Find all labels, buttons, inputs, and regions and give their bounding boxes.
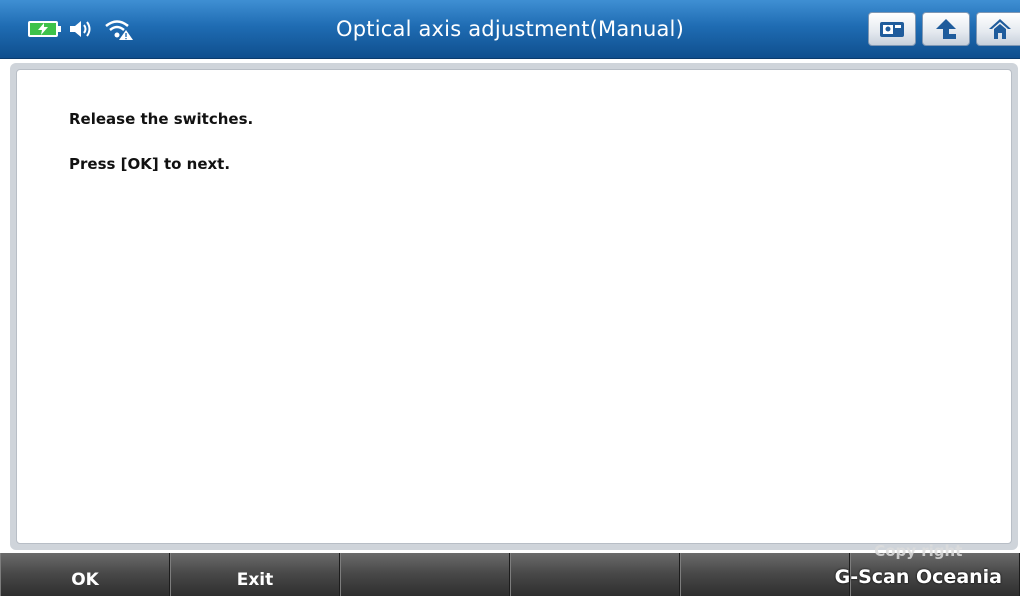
message-panel: Release the switches. Press [OK] to next… xyxy=(16,69,1012,544)
title-bar: Optical axis adjustment(Manual) xyxy=(0,0,1020,59)
page-title: Optical axis adjustment(Manual) xyxy=(336,17,684,41)
speaker-icon xyxy=(68,18,94,40)
exit-button[interactable]: Exit xyxy=(170,553,340,596)
ok-button[interactable]: OK xyxy=(0,553,170,596)
function-key-4[interactable] xyxy=(510,553,680,596)
function-key-3[interactable] xyxy=(340,553,510,596)
back-button[interactable] xyxy=(922,12,970,46)
status-icons xyxy=(28,14,134,44)
watermark-copyright: Copy right xyxy=(874,542,963,560)
screen-capture-button[interactable] xyxy=(868,12,916,46)
wifi-alert-icon xyxy=(104,17,134,41)
home-button[interactable] xyxy=(976,12,1020,46)
watermark: Copy right G-Scan Oceania xyxy=(835,542,1002,588)
back-arrow-icon xyxy=(936,19,956,39)
message-line: Release the switches. xyxy=(69,110,254,128)
function-key-5[interactable] xyxy=(680,553,850,596)
battery-charging-icon xyxy=(28,21,61,37)
home-icon xyxy=(989,19,1011,39)
screen-capture-icon xyxy=(880,22,904,37)
message-line: Press [OK] to next. xyxy=(69,155,231,173)
watermark-brand: G-Scan Oceania xyxy=(834,566,1002,588)
content-frame: Release the switches. Press [OK] to next… xyxy=(10,63,1018,550)
